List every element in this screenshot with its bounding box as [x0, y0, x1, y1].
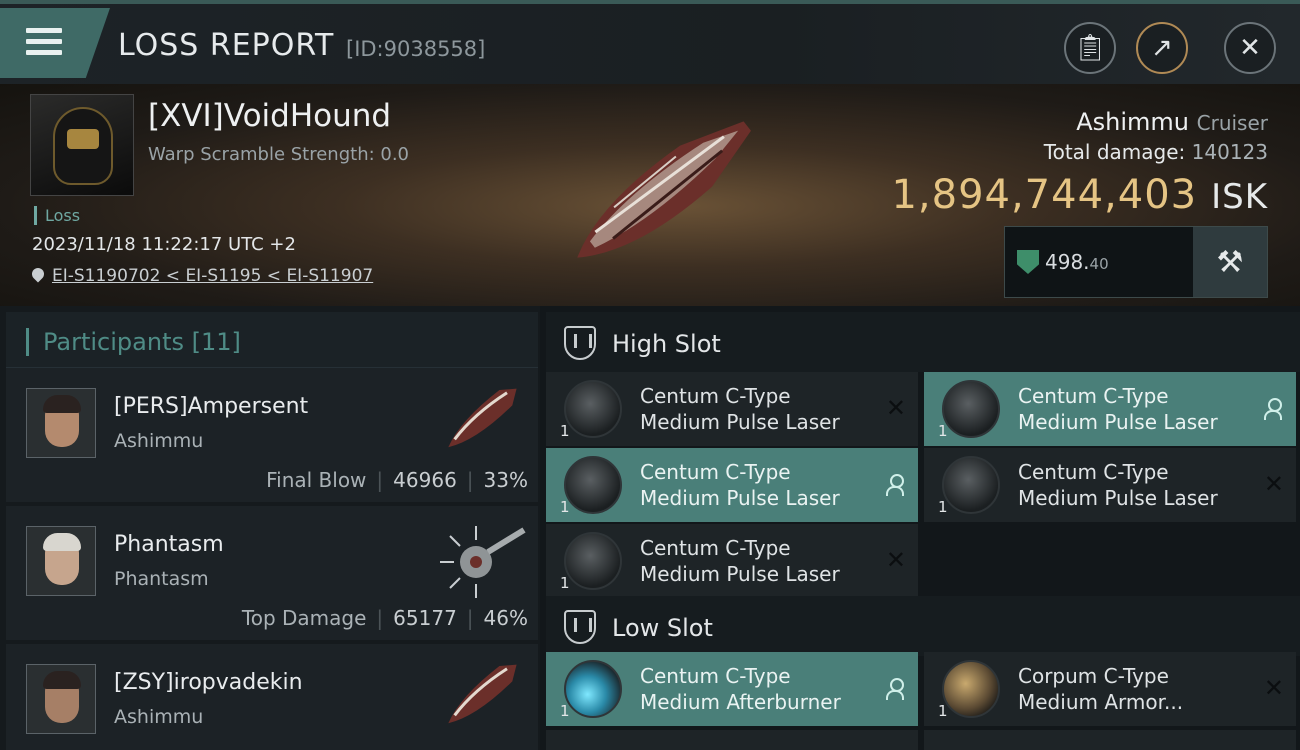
- participant-stats: Top Damage | 65177 | 46%: [241, 606, 528, 630]
- dropped-person-icon: [886, 678, 904, 700]
- destroyed-x-icon: ✕: [1263, 470, 1284, 498]
- total-damage: Total damage: 140123: [1043, 140, 1268, 164]
- dropped-person-icon: [1264, 398, 1282, 420]
- clipboard-icon: 📋︎: [1073, 33, 1107, 63]
- isk-value: 1,894,744,403 ISK: [891, 172, 1268, 218]
- close-icon: ✕: [1239, 33, 1261, 63]
- fit-rating: 498.40: [1005, 227, 1193, 297]
- participants-header: Participants [11]: [6, 312, 538, 368]
- avatar: [26, 526, 96, 596]
- warp-scramble-strength: Warp Scramble Strength: 0.0: [148, 144, 410, 165]
- pulse-laser-icon: [942, 380, 1000, 438]
- module-item[interactable]: 1 Centum C-Type Medium Pulse Laser ✕: [924, 448, 1296, 522]
- menu-button[interactable]: [0, 8, 110, 78]
- participants-panel: Participants [11] [PERS]Ampersent Ashimm…: [0, 306, 540, 750]
- loss-label: Loss: [34, 206, 80, 225]
- victim-avatar[interactable]: [30, 94, 134, 196]
- participant-name: [PERS]Ampersent: [114, 394, 309, 419]
- module-item[interactable]: 1 Centum C-Type Medium Afterburner: [546, 652, 918, 726]
- participant-ship-icon: [440, 526, 526, 598]
- pulse-laser-icon: [564, 456, 622, 514]
- participant-stats: Final Blow | 46966 | 33%: [266, 468, 528, 492]
- clipboard-button[interactable]: 📋︎: [1064, 22, 1116, 74]
- participant-row[interactable]: [ZSY]iropvadekin Ashimmu: [6, 644, 538, 750]
- ship-name[interactable]: Ashimmu Cruiser: [1076, 108, 1268, 136]
- dropped-person-icon: [886, 474, 904, 496]
- close-button[interactable]: ✕: [1224, 22, 1276, 74]
- avatar: [26, 388, 96, 458]
- participant-ship-icon: [448, 388, 517, 448]
- share-button[interactable]: ↗: [1136, 22, 1188, 74]
- participant-name: Phantasm: [114, 532, 224, 557]
- pulse-laser-icon: [564, 380, 622, 438]
- location-link[interactable]: EI-S1190702 < EI-S1195 < EI-S11907: [32, 266, 373, 286]
- afterburner-icon: [564, 660, 622, 718]
- page-title: LOSS REPORT: [118, 28, 335, 63]
- participant-row[interactable]: [PERS]Ampersent Ashimmu Final Blow | 4696…: [6, 368, 538, 502]
- header-bar: LOSS REPORT [ID:9038558] 📋︎ ↗ ✕: [0, 0, 1300, 84]
- fitting-tools-button[interactable]: ⚒: [1193, 227, 1267, 297]
- module-item[interactable]: 1 Corpum C-Type Medium Armor... ✕: [924, 652, 1296, 726]
- participant-ship: Ashimmu: [114, 430, 204, 452]
- pulse-laser-icon: [564, 532, 622, 590]
- module-item[interactable]: 1 Centum C-Type Medium Pulse Laser: [924, 372, 1296, 446]
- share-icon: ↗: [1151, 33, 1173, 63]
- report-id[interactable]: [ID:9038558]: [346, 37, 485, 61]
- loss-datetime: 2023/11/18 11:22:17 UTC +2: [32, 234, 296, 255]
- high-slot-header: High Slot: [546, 312, 1300, 372]
- armor-module-icon: [942, 660, 1000, 718]
- loss-summary: [XVI]VoidHound Warp Scramble Strength: 0…: [0, 84, 1300, 306]
- location-pin-icon: [32, 268, 44, 284]
- participant-ship: Phantasm: [114, 568, 209, 590]
- module-item-partial[interactable]: [924, 730, 1296, 750]
- destroyed-x-icon: ✕: [1263, 674, 1284, 702]
- victim-name[interactable]: [XVI]VoidHound: [148, 98, 391, 134]
- module-item-partial[interactable]: [546, 730, 918, 750]
- pulse-laser-icon: [942, 456, 1000, 514]
- wrench-screwdriver-icon: ⚒: [1216, 244, 1244, 280]
- avatar: [26, 664, 96, 734]
- high-slot-icon: [564, 326, 596, 360]
- module-item[interactable]: 1 Centum C-Type Medium Pulse Laser: [546, 448, 918, 522]
- participant-ship: Ashimmu: [114, 706, 204, 728]
- low-slot-header: Low Slot: [546, 596, 1300, 656]
- fit-rating-box: 498.40 ⚒: [1004, 226, 1268, 298]
- hamburger-icon: [26, 28, 62, 56]
- participant-row[interactable]: Phantasm Phantasm Top Damage | 65177 | 46%: [6, 506, 538, 640]
- ship-image: [577, 121, 751, 258]
- participant-ship-icon: [448, 664, 517, 724]
- shield-icon: [1017, 250, 1039, 274]
- module-item[interactable]: 1 Centum C-Type Medium Pulse Laser ✕: [546, 372, 918, 446]
- destroyed-x-icon: ✕: [885, 394, 906, 422]
- module-item[interactable]: 1 Centum C-Type Medium Pulse Laser ✕: [546, 524, 918, 598]
- fitting-panel: High Slot 1 Centum C-Type Medium Pulse L…: [540, 306, 1300, 750]
- destroyed-x-icon: ✕: [885, 546, 906, 574]
- low-slot-icon: [564, 610, 596, 644]
- participant-name: [ZSY]iropvadekin: [114, 670, 303, 695]
